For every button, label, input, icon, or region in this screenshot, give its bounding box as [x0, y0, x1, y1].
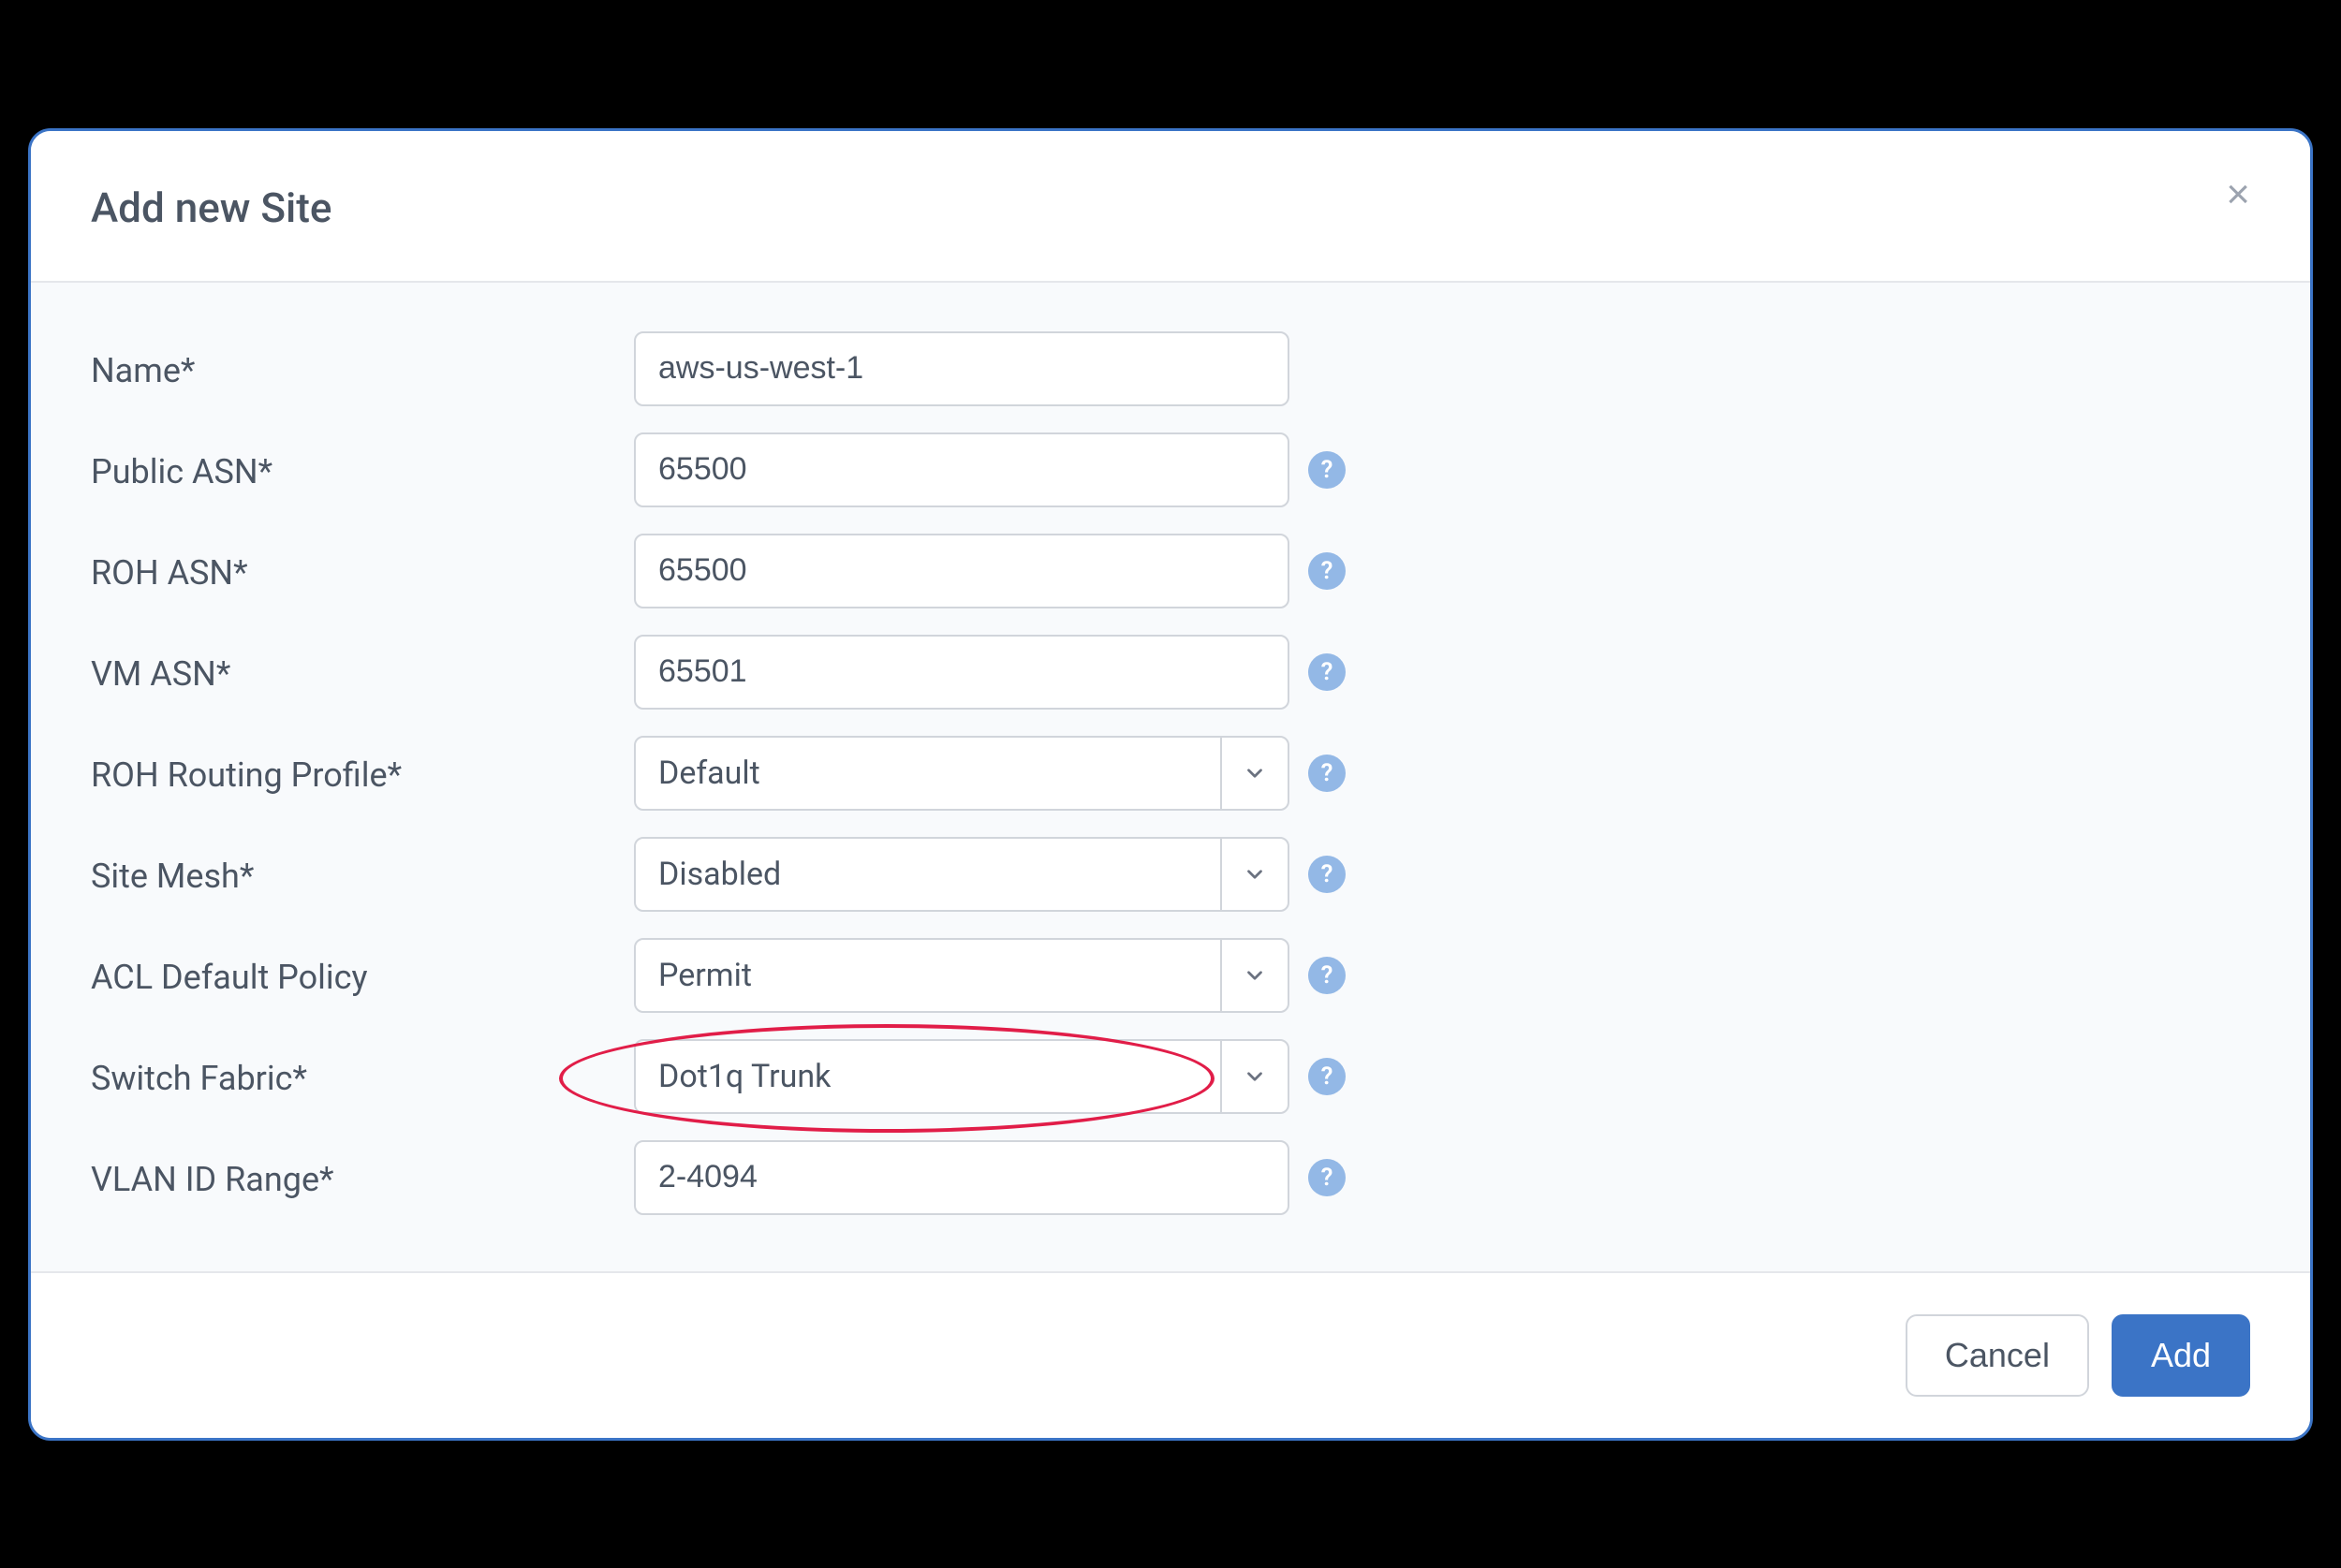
- input-wrap-switch-fabric: Dot1q Trunk ?: [634, 1039, 1346, 1114]
- help-icon[interactable]: ?: [1308, 1159, 1346, 1196]
- help-icon[interactable]: ?: [1308, 451, 1346, 489]
- label-roh-asn: ROH ASN*: [91, 550, 634, 593]
- roh-asn-input[interactable]: [634, 534, 1289, 608]
- input-wrap-public-asn: ?: [634, 432, 1346, 507]
- acl-policy-select[interactable]: Permit: [634, 938, 1289, 1013]
- label-public-asn: Public ASN*: [91, 448, 634, 491]
- switch-fabric-select[interactable]: Dot1q Trunk: [634, 1039, 1289, 1114]
- row-switch-fabric: Switch Fabric* Dot1q Trunk ?: [91, 1039, 2250, 1114]
- help-icon[interactable]: ?: [1308, 1058, 1346, 1095]
- help-icon[interactable]: ?: [1308, 856, 1346, 893]
- roh-profile-value: Default: [636, 738, 1220, 809]
- help-icon[interactable]: ?: [1308, 552, 1346, 590]
- chevron-down-icon: [1220, 1041, 1288, 1112]
- help-icon[interactable]: ?: [1308, 755, 1346, 792]
- roh-profile-select[interactable]: Default: [634, 736, 1289, 811]
- acl-policy-value: Permit: [636, 940, 1220, 1011]
- row-vlan-range: VLAN ID Range* ?: [91, 1140, 2250, 1215]
- chevron-down-icon: [1220, 839, 1288, 910]
- label-switch-fabric: Switch Fabric*: [91, 1055, 634, 1098]
- modal-title: Add new Site: [91, 183, 331, 232]
- input-wrap-vm-asn: ?: [634, 635, 1346, 710]
- site-mesh-select[interactable]: Disabled: [634, 837, 1289, 912]
- label-site-mesh: Site Mesh*: [91, 853, 634, 896]
- public-asn-input[interactable]: [634, 432, 1289, 507]
- input-wrap-roh-profile: Default ?: [634, 736, 1346, 811]
- row-vm-asn: VM ASN* ?: [91, 635, 2250, 710]
- input-wrap-name: [634, 331, 1289, 406]
- chevron-down-icon: [1220, 738, 1288, 809]
- add-button[interactable]: Add: [2112, 1314, 2250, 1397]
- close-button[interactable]: ×: [2218, 167, 2258, 223]
- name-input[interactable]: [634, 331, 1289, 406]
- site-mesh-value: Disabled: [636, 839, 1220, 910]
- label-roh-profile: ROH Routing Profile*: [91, 752, 634, 795]
- label-name: Name*: [91, 347, 634, 390]
- vlan-range-input[interactable]: [634, 1140, 1289, 1215]
- row-site-mesh: Site Mesh* Disabled ?: [91, 837, 2250, 912]
- input-wrap-vlan-range: ?: [634, 1140, 1346, 1215]
- input-wrap-roh-asn: ?: [634, 534, 1346, 608]
- close-icon: ×: [2226, 171, 2250, 217]
- vm-asn-input[interactable]: [634, 635, 1289, 710]
- modal-footer: Cancel Add: [31, 1271, 2310, 1438]
- help-icon[interactable]: ?: [1308, 653, 1346, 691]
- row-roh-asn: ROH ASN* ?: [91, 534, 2250, 608]
- help-icon[interactable]: ?: [1308, 957, 1346, 994]
- modal-header: Add new Site ×: [31, 131, 2310, 283]
- switch-fabric-value: Dot1q Trunk: [636, 1041, 1220, 1112]
- input-wrap-site-mesh: Disabled ?: [634, 837, 1346, 912]
- row-name: Name*: [91, 331, 2250, 406]
- row-acl-policy: ACL Default Policy Permit ?: [91, 938, 2250, 1013]
- label-vlan-range: VLAN ID Range*: [91, 1156, 634, 1199]
- add-site-modal: Add new Site × Name* Public ASN* ? ROH A…: [28, 128, 2313, 1441]
- label-vm-asn: VM ASN*: [91, 651, 634, 694]
- row-public-asn: Public ASN* ?: [91, 432, 2250, 507]
- row-roh-profile: ROH Routing Profile* Default ?: [91, 736, 2250, 811]
- cancel-button[interactable]: Cancel: [1906, 1314, 2089, 1397]
- chevron-down-icon: [1220, 940, 1288, 1011]
- input-wrap-acl-policy: Permit ?: [634, 938, 1346, 1013]
- modal-body: Name* Public ASN* ? ROH ASN* ? VM ASN*: [31, 283, 2310, 1271]
- label-acl-policy: ACL Default Policy: [91, 954, 634, 997]
